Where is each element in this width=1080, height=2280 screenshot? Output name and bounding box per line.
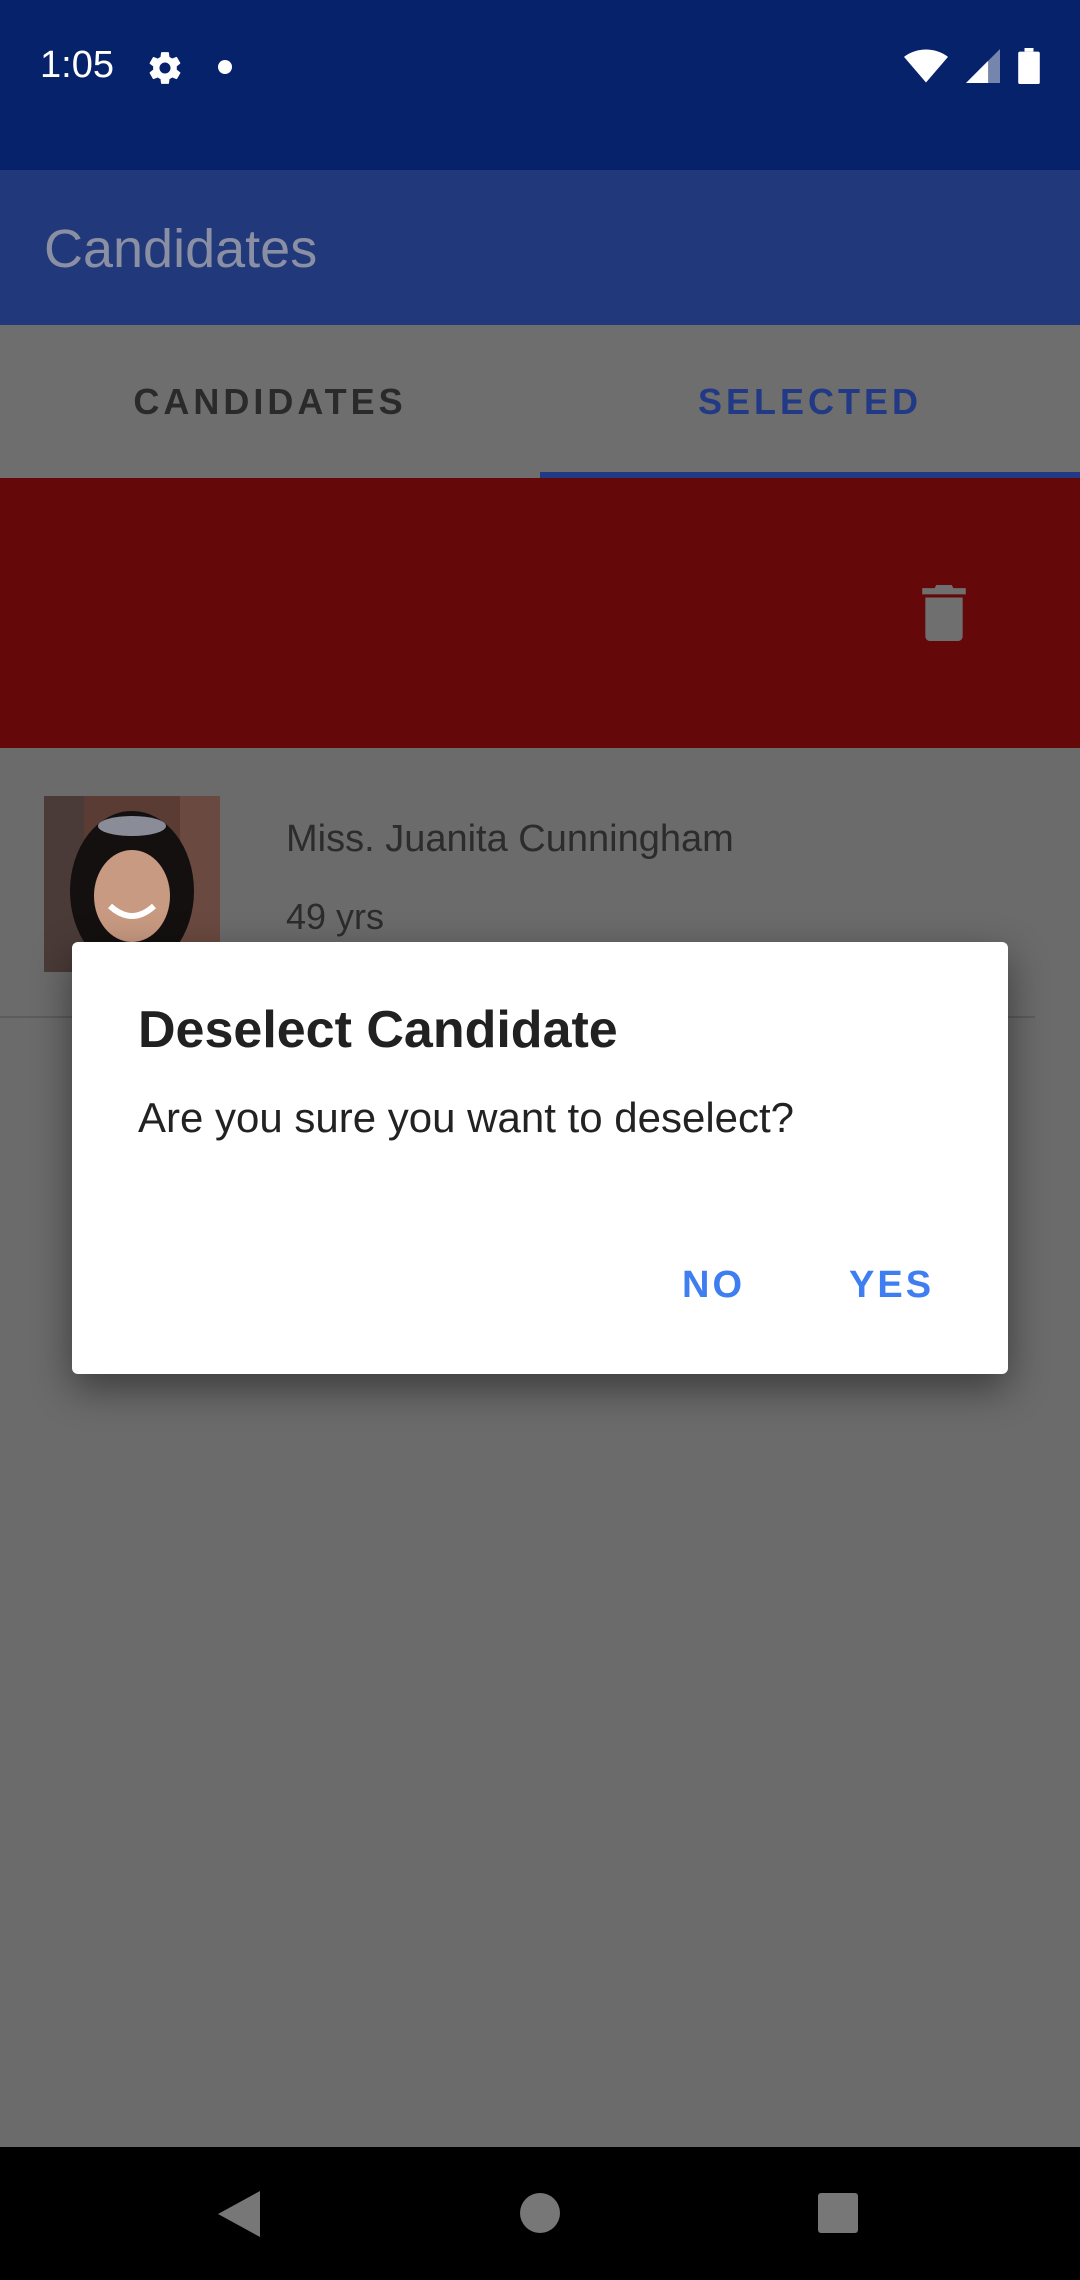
status-bar: 1:05 bbox=[0, 0, 1080, 170]
no-button[interactable]: NO bbox=[682, 1264, 745, 1307]
recents-icon[interactable] bbox=[818, 2193, 858, 2233]
yes-button[interactable]: YES bbox=[849, 1264, 934, 1307]
swipe-delete-background bbox=[0, 478, 1080, 748]
navigation-bar bbox=[0, 2147, 1080, 2280]
status-time: 1:05 bbox=[40, 44, 114, 86]
candidate-name: Miss. Juanita Cunningham bbox=[286, 818, 734, 860]
app-bar: Candidates bbox=[0, 170, 1080, 325]
dialog-title: Deselect Candidate bbox=[138, 1001, 618, 1059]
wifi-icon bbox=[904, 49, 948, 83]
deselect-dialog: Deselect Candidate Are you sure you want… bbox=[72, 942, 1008, 1374]
settings-gear-icon bbox=[149, 52, 181, 84]
tab-selected[interactable]: SELECTED bbox=[540, 325, 1080, 478]
trash-icon bbox=[922, 585, 966, 641]
cell-signal-icon bbox=[966, 49, 1000, 83]
battery-icon bbox=[1018, 48, 1040, 84]
candidate-age: 49 yrs bbox=[286, 896, 385, 937]
home-icon[interactable] bbox=[520, 2193, 560, 2233]
back-icon[interactable] bbox=[218, 2191, 260, 2237]
page-title: Candidates bbox=[44, 219, 318, 279]
dialog-message: Are you sure you want to deselect? bbox=[138, 1094, 795, 1141]
notification-dot-icon bbox=[218, 60, 232, 74]
tab-bar: CANDIDATES SELECTED bbox=[0, 325, 1080, 478]
status-icons bbox=[904, 48, 1040, 84]
tab-candidates[interactable]: CANDIDATES bbox=[0, 325, 540, 478]
